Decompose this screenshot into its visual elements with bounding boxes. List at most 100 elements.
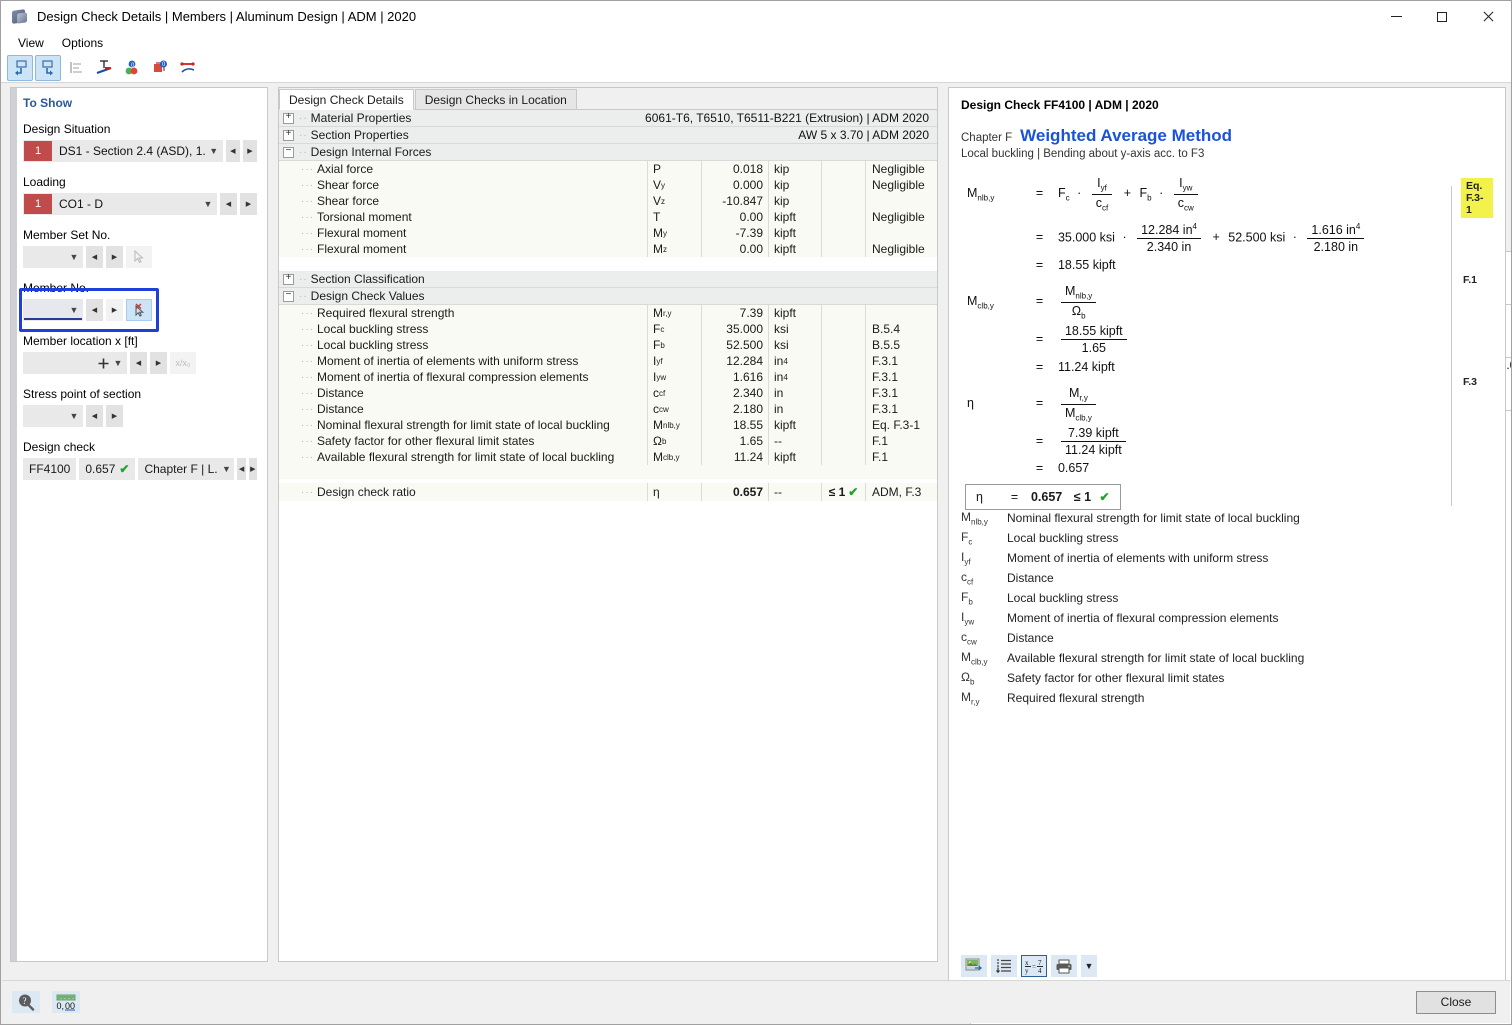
navigate-forward-icon[interactable]	[35, 55, 61, 81]
chevron-down-icon[interactable]: ▼	[206, 146, 222, 156]
maximize-button[interactable]	[1419, 1, 1465, 32]
table-row[interactable]: ···Flexural moment Mz 0.00 kipft Negligi…	[279, 241, 937, 257]
stress-point-combo[interactable]: -- ▼	[23, 405, 83, 427]
table-row[interactable]: ···Distance ccw 2.180 in F.3.1	[279, 401, 937, 417]
member-set-no-next-button[interactable]: ▶	[106, 246, 123, 268]
stress-point-next-button[interactable]: ▶	[106, 405, 123, 427]
design-situation-combo[interactable]: 1 DS1 - Section 2.4 (ASD), 1. ▼	[23, 140, 223, 162]
show-formula-icon[interactable]: x y = 7 4	[1021, 955, 1047, 977]
tab-design-checks-in-location[interactable]: Design Checks in Location	[415, 89, 577, 109]
tree-group-design-check-values[interactable]: − ·· Design Check Values	[279, 288, 937, 305]
multiply-dot: ·	[1155, 186, 1167, 200]
menu-view[interactable]: View	[9, 34, 53, 52]
units-decimal-icon[interactable]: 0, 00	[52, 991, 80, 1013]
row-unit: kipft	[774, 450, 796, 464]
move-handle-icon[interactable]	[96, 358, 110, 369]
expander-plus-icon[interactable]: +	[283, 113, 294, 124]
table-row[interactable]: ···Flexural moment My -7.39 kipft	[279, 225, 937, 241]
design-situation-prev-button[interactable]: ◀	[226, 140, 240, 162]
list-view-icon[interactable]	[63, 55, 89, 81]
minimize-button[interactable]	[1373, 1, 1419, 32]
table-row[interactable]: ···Moment of inertia of flexural compres…	[279, 369, 937, 385]
chevron-down-icon[interactable]: ▼	[200, 199, 216, 209]
stress-diagram-icon[interactable]	[175, 55, 201, 81]
expander-minus-icon[interactable]: −	[283, 147, 294, 158]
member-no-prev-button[interactable]: ◀	[86, 299, 103, 321]
legend-symbol-sub: c	[968, 537, 972, 546]
table-row[interactable]: ···Moment of inertia of elements with un…	[279, 353, 937, 369]
design-check-ratio-row[interactable]: ···Design check ratio η 0.657 -- ≤ 1 ✔ A…	[279, 483, 937, 501]
member-location-combo[interactable]: 4.00 ▼	[23, 352, 127, 374]
tree-group-section-properties[interactable]: + ·· Section Properties AW 5 x 3.70 | AD…	[279, 127, 937, 144]
row-symbol-sub: b	[662, 437, 666, 446]
chevron-down-icon[interactable]: ▼	[66, 252, 82, 262]
row-note: Negligible	[865, 209, 937, 225]
member-set-no-combo[interactable]: -- ▼	[23, 246, 83, 268]
help-icon[interactable]: ?	[12, 991, 40, 1013]
chevron-down-icon[interactable]: ▼	[110, 358, 126, 368]
table-row[interactable]: ···Shear force Vz -10.847 kip	[279, 193, 937, 209]
table-row[interactable]: ···Axial force P 0.018 kip Negligible	[279, 161, 937, 177]
result-diagram-icon[interactable]: 0	[119, 55, 145, 81]
relative-location-toggle-button[interactable]: x/x₀	[170, 352, 196, 374]
design-check-chapter-combo[interactable]: Chapter F | L... ▼	[138, 458, 234, 480]
table-row[interactable]: ···Nominal flexural strength for limit s…	[279, 417, 937, 433]
member-no-next-button[interactable]: ▶	[106, 299, 123, 321]
print-icon[interactable]	[1051, 955, 1077, 977]
formula-panel-title: Design Check FF4100 | ADM | 2020	[961, 98, 1493, 112]
row-unit: in	[774, 354, 783, 368]
expander-minus-icon[interactable]: −	[283, 291, 294, 302]
equals-sign: =	[1024, 186, 1054, 200]
expander-plus-icon[interactable]: +	[283, 274, 294, 285]
legend-text: Safety factor for other flexural limit s…	[1007, 671, 1224, 685]
chevron-down-icon[interactable]: ▼	[218, 464, 234, 474]
member-info-icon[interactable]: 0	[147, 55, 173, 81]
design-check-next-button[interactable]: ▶	[249, 458, 257, 480]
table-row[interactable]: ···Local buckling stress Fb 52.500 ksi B…	[279, 337, 937, 353]
member-no-combo[interactable]: 1 ▼	[23, 299, 83, 321]
member-location-next-button[interactable]: ▶	[150, 352, 167, 374]
tab-design-check-details[interactable]: Design Check Details	[279, 89, 414, 110]
chevron-down-icon[interactable]: ▼	[66, 411, 82, 421]
member-set-pick-cursor-icon[interactable]	[126, 246, 152, 268]
loading-next-button[interactable]: ▶	[240, 193, 257, 215]
detail-list-icon[interactable]	[991, 955, 1017, 977]
tree-group-section-classification[interactable]: + ·· Section Classification	[279, 271, 937, 288]
table-row[interactable]: ···Local buckling stress Fc 35.000 ksi B…	[279, 321, 937, 337]
legend-symbol-sub: r,y	[971, 697, 979, 706]
legend-text: Required flexural strength	[1007, 691, 1144, 705]
table-row[interactable]: ···Safety factor for other flexural limi…	[279, 433, 937, 449]
table-row[interactable]: ···Available flexural strength for limit…	[279, 449, 937, 465]
section-dimensions-icon[interactable]	[91, 55, 117, 81]
equals-sign: =	[1024, 360, 1054, 374]
eq1-num-iyf: 12.284 in	[1141, 223, 1192, 237]
row-check	[821, 433, 865, 449]
loading-combo[interactable]: 1 CO1 - D ▼	[23, 193, 217, 215]
expander-plus-icon[interactable]: +	[283, 130, 294, 141]
main-toolbar: 0 0	[1, 54, 1511, 83]
design-check-ratio-field[interactable]: 0.657 ✔	[79, 458, 135, 480]
menu-options[interactable]: Options	[53, 34, 112, 52]
design-check-code[interactable]: FF4100	[23, 458, 76, 480]
svg-text:0,: 0,	[57, 1001, 65, 1011]
export-image-icon[interactable]	[961, 955, 987, 977]
table-row[interactable]: ···Distance ccf 2.340 in F.3.1	[279, 385, 937, 401]
loading-prev-button[interactable]: ◀	[220, 193, 237, 215]
table-row[interactable]: ···Required flexural strength Mr,y 7.39 …	[279, 305, 937, 321]
table-row[interactable]: ···Torsional moment T 0.00 kipft Negligi…	[279, 209, 937, 225]
design-check-label: Design check	[23, 440, 257, 454]
member-set-no-prev-button[interactable]: ◀	[86, 246, 103, 268]
stress-point-prev-button[interactable]: ◀	[86, 405, 103, 427]
tree-group-design-internal-forces[interactable]: − ·· Design Internal Forces	[279, 144, 937, 161]
member-no-pick-cursor-icon[interactable]	[126, 299, 152, 321]
chevron-down-icon[interactable]: ▼	[66, 305, 82, 315]
navigate-back-icon[interactable]	[7, 55, 33, 81]
close-button[interactable]: Close	[1416, 991, 1496, 1014]
member-location-prev-button[interactable]: ◀	[130, 352, 147, 374]
print-dropdown-arrow-icon[interactable]: ▼	[1081, 955, 1097, 977]
close-window-button[interactable]	[1465, 1, 1511, 32]
tree-group-material-properties[interactable]: + ·· Material Properties 6061-T6, T6510,…	[279, 110, 937, 127]
design-situation-next-button[interactable]: ▶	[243, 140, 257, 162]
table-row[interactable]: ···Shear force Vy 0.000 kip Negligible	[279, 177, 937, 193]
design-check-prev-button[interactable]: ◀	[237, 458, 245, 480]
